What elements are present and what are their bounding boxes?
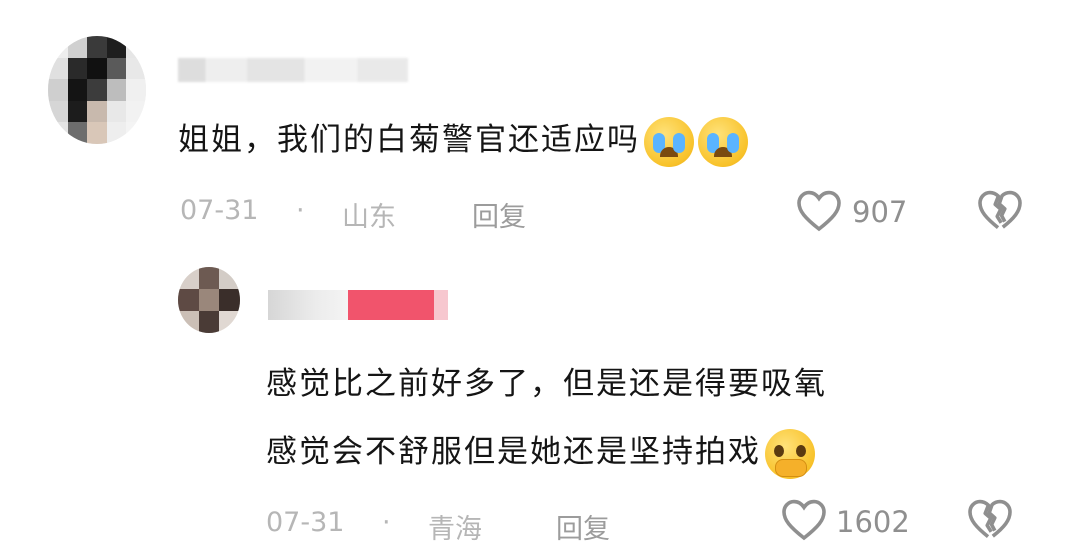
- loudly-crying-emoji: [698, 116, 748, 167]
- like-count: 1602: [836, 505, 910, 539]
- reply-button[interactable]: 回复: [472, 195, 526, 234]
- pleading-face-emoji: [765, 428, 815, 479]
- avatar[interactable]: [48, 36, 146, 144]
- like-heart-icon[interactable]: [795, 188, 843, 232]
- reply-text-line-1: 感觉比之前好多了，但是还是得要吸氧: [266, 366, 827, 402]
- reply-text-line-2: 感觉会不舒服但是她还是坚持拍戏: [266, 426, 815, 479]
- like-count: 907: [852, 195, 908, 229]
- separator-dot: ·: [382, 507, 391, 538]
- reply-avatar[interactable]: [178, 267, 240, 333]
- comment-date: 07-31: [180, 195, 259, 226]
- dislike-broken-heart-icon[interactable]: [966, 497, 1014, 541]
- comment-text: 姐姐，我们的白菊警官还适应吗: [178, 114, 748, 167]
- like-heart-icon[interactable]: [780, 497, 828, 541]
- reply-date: 07-31: [266, 507, 345, 538]
- reply-button[interactable]: 回复: [556, 507, 610, 546]
- separator-dot: ·: [296, 195, 305, 226]
- username[interactable]: [178, 58, 408, 82]
- loudly-crying-emoji: [644, 116, 694, 167]
- reply-location: 青海: [428, 514, 482, 545]
- comment-text-line: 姐姐，我们的白菊警官还适应吗: [178, 122, 640, 158]
- dislike-broken-heart-icon[interactable]: [976, 188, 1024, 232]
- reply-username[interactable]: [268, 290, 448, 320]
- comment-location: 山东: [342, 202, 396, 233]
- reply-text-line-2-text: 感觉会不舒服但是她还是坚持拍戏: [266, 434, 761, 470]
